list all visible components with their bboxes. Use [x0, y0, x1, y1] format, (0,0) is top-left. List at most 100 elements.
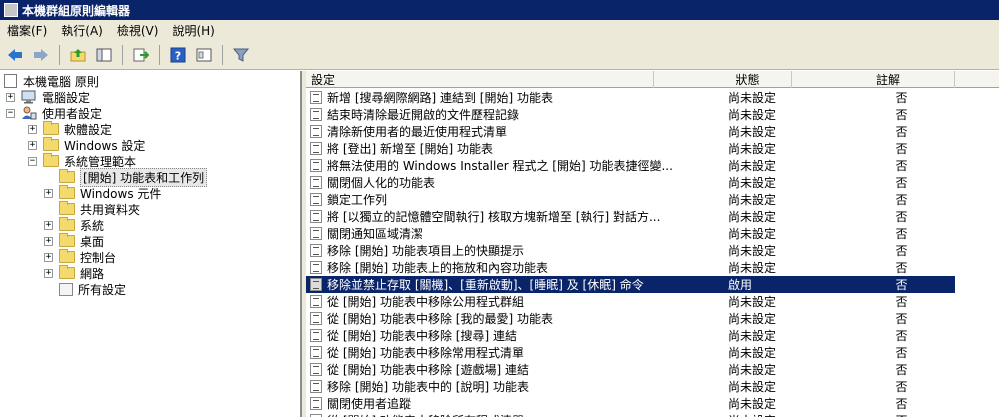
- table-row[interactable]: 從 [開始] 功能表中移除所有程式清單 尚未設定否: [306, 412, 955, 417]
- tree-node-label: 使用者設定: [42, 106, 103, 121]
- tree-node-label: 系統: [80, 218, 105, 233]
- table-row[interactable]: 清除新使用者的最近使用程式清單 尚未設定 否: [306, 123, 955, 140]
- setting-comment: 否: [895, 193, 908, 207]
- export-list-icon[interactable]: [130, 44, 152, 66]
- policy-doc-icon: [4, 74, 17, 88]
- menu-help[interactable]: 說明(H): [165, 22, 221, 39]
- setting-name: 從 [開始] 功能表中移除 [搜尋] 連結: [327, 329, 517, 343]
- collapse-icon[interactable]: −: [6, 108, 15, 118]
- setting-state: 尚未設定: [728, 244, 777, 258]
- setting-state: 尚未設定: [728, 159, 777, 173]
- forward-arrow-icon[interactable]: [30, 44, 52, 66]
- table-row[interactable]: 結束時清除最近開啟的文件歷程記錄 尚未設定 否: [306, 106, 955, 123]
- setting-name: 從 [開始] 功能表中移除所有程式清單: [327, 412, 524, 417]
- tree-node-software-settings[interactable]: + 軟體設定: [28, 121, 112, 137]
- setting-state: 尚未設定: [728, 142, 777, 156]
- title-bar: 本機群組原則編輯器: [0, 0, 999, 20]
- collapse-icon[interactable]: −: [28, 156, 37, 166]
- table-row[interactable]: 新增 [搜尋網際網路] 連結到 [開始] 功能表 尚未設定 否: [306, 89, 955, 106]
- show-hide-tree-icon[interactable]: [93, 44, 115, 66]
- setting-state: 尚未設定: [728, 125, 777, 139]
- table-row[interactable]: 移除 [開始] 功能表上的拖放和內容功能表 尚未設定 否: [306, 259, 955, 276]
- up-folder-icon[interactable]: [67, 44, 89, 66]
- setting-name: 從 [開始] 功能表中移除 [我的最愛] 功能表: [327, 312, 553, 326]
- column-header-comment[interactable]: 註解: [792, 71, 955, 88]
- setting-state: 尚未設定: [728, 108, 777, 122]
- table-row[interactable]: 將無法使用的 Windows Installer 程式之 [開始] 功能表捷徑變…: [306, 157, 955, 174]
- setting-name: 從 [開始] 功能表中移除 [遊戲場] 連結: [327, 363, 529, 377]
- setting-name: 關閉使用者追蹤: [327, 397, 412, 411]
- expand-icon[interactable]: +: [44, 188, 53, 198]
- table-row[interactable]: 移除 [開始] 功能表項目上的快顯提示 尚未設定 否: [306, 242, 955, 259]
- policy-setting-icon: [310, 329, 322, 342]
- setting-name-cell: 從 [開始] 功能表中移除 [遊戲場] 連結: [306, 361, 678, 378]
- table-row[interactable]: 將 [登出] 新增至 [開始] 功能表 尚未設定 否: [306, 140, 955, 157]
- app-icon: [4, 3, 18, 17]
- setting-comment: 否: [895, 125, 908, 139]
- tree-node-all-settings[interactable]: 所有設定: [44, 281, 126, 297]
- folder-icon: [59, 249, 75, 263]
- setting-name-cell: 從 [開始] 功能表中移除公用程式群組: [306, 293, 678, 310]
- policy-setting-icon: [310, 125, 322, 138]
- setting-comment: 否: [895, 397, 908, 411]
- table-row[interactable]: 從 [開始] 功能表中移除 [我的最愛] 功能表 尚未設定 否: [306, 310, 955, 327]
- column-header-label: 狀態: [735, 73, 760, 87]
- properties-icon[interactable]: [193, 44, 215, 66]
- table-row[interactable]: 從 [開始] 功能表中移除常用程式清單 尚未設定 否: [306, 344, 955, 361]
- setting-comment: 否: [895, 363, 908, 377]
- expand-icon[interactable]: +: [44, 220, 53, 230]
- tree-node-windows-components[interactable]: + Windows 元件: [44, 185, 161, 201]
- table-row[interactable]: 移除 [開始] 功能表中的 [說明] 功能表 尚未設定 否: [306, 378, 955, 395]
- setting-comment: 否: [895, 380, 908, 394]
- table-row[interactable]: 從 [開始] 功能表中移除公用程式群組 尚未設定 否: [306, 293, 955, 310]
- toolbar-separator: [59, 44, 60, 65]
- settings-list-pane[interactable]: 設定 狀態 註解 新增 [搜尋網際網路] 連結到 [開始] 功能表 尚未設定否結束…: [306, 71, 999, 417]
- setting-state: 尚未設定: [728, 363, 777, 377]
- help-icon[interactable]: ?: [167, 44, 189, 66]
- menu-action[interactable]: 執行(A): [54, 22, 110, 39]
- expand-icon[interactable]: +: [28, 140, 37, 150]
- table-row[interactable]: 關閉通知區域清潔 尚未設定 否: [306, 225, 955, 242]
- tree-node-shared-folders[interactable]: 共用資料夾: [44, 201, 140, 217]
- column-header-setting[interactable]: 設定: [306, 71, 654, 88]
- expand-icon[interactable]: +: [44, 268, 53, 278]
- tree-node-computer-config[interactable]: + 電腦設定: [6, 89, 90, 105]
- tree-node-desktop[interactable]: + 桌面: [44, 233, 104, 249]
- column-header-state[interactable]: 狀態: [654, 71, 792, 88]
- setting-name-cell: 關閉使用者追蹤: [306, 395, 678, 412]
- tree-node-user-config[interactable]: − 使用者設定: [6, 105, 102, 121]
- back-arrow-icon[interactable]: [4, 44, 26, 66]
- setting-comment: 否: [895, 227, 908, 241]
- table-row[interactable]: 從 [開始] 功能表中移除 [遊戲場] 連結 尚未設定 否: [306, 361, 955, 378]
- setting-name-cell: 關閉個人化的功能表: [306, 174, 678, 191]
- table-row[interactable]: 鎖定工作列 尚未設定 否: [306, 191, 955, 208]
- expand-icon[interactable]: +: [6, 92, 15, 102]
- menu-file[interactable]: 檔案(F): [0, 22, 54, 39]
- tree-node-network[interactable]: + 網路: [44, 265, 104, 281]
- tree-pane[interactable]: 本機電腦 原則 + 電腦設定 − 使用者設定 + 軟體設定 + Windows …: [0, 71, 301, 417]
- setting-state: 尚未設定: [728, 91, 777, 105]
- table-row[interactable]: 關閉個人化的功能表 尚未設定 否: [306, 174, 955, 191]
- setting-state: 尚未設定: [728, 329, 777, 343]
- expand-icon[interactable]: +: [28, 124, 37, 134]
- table-row[interactable]: 從 [開始] 功能表中移除 [搜尋] 連結 尚未設定 否: [306, 327, 955, 344]
- tree-node-system[interactable]: + 系統: [44, 217, 104, 233]
- expand-icon[interactable]: +: [44, 236, 53, 246]
- tree-node-control-panel[interactable]: + 控制台: [44, 249, 116, 265]
- tree-node-start-menu-taskbar[interactable]: [開始] 功能表和工作列: [44, 167, 208, 187]
- policy-setting-icon: [310, 108, 322, 121]
- setting-name: 關閉通知區域清潔: [327, 227, 424, 241]
- table-row[interactable]: 移除並禁止存取 [關機]、[重新啟動]、[睡眠] 及 [休眠] 命令 啟用 否: [306, 276, 955, 293]
- tree-node-windows-settings[interactable]: + Windows 設定: [28, 137, 145, 153]
- menu-view[interactable]: 檢視(V): [110, 22, 166, 39]
- expand-icon[interactable]: +: [44, 252, 53, 262]
- setting-comment: 否: [895, 159, 908, 173]
- table-row[interactable]: 將 [以獨立的記憶體空間執行] 核取方塊新增至 [執行] 對話方... 尚未設定 否: [306, 208, 955, 225]
- policy-setting-icon: [310, 312, 322, 325]
- setting-name: 移除並禁止存取 [關機]、[重新啟動]、[睡眠] 及 [休眠] 命令: [327, 278, 644, 292]
- filter-icon[interactable]: [230, 44, 252, 66]
- setting-name: 從 [開始] 功能表中移除常用程式清單: [327, 346, 524, 360]
- tree-root[interactable]: 本機電腦 原則: [4, 73, 99, 89]
- table-row[interactable]: 關閉使用者追蹤 尚未設定 否: [306, 395, 955, 412]
- tree-node-label: Windows 元件: [80, 186, 162, 201]
